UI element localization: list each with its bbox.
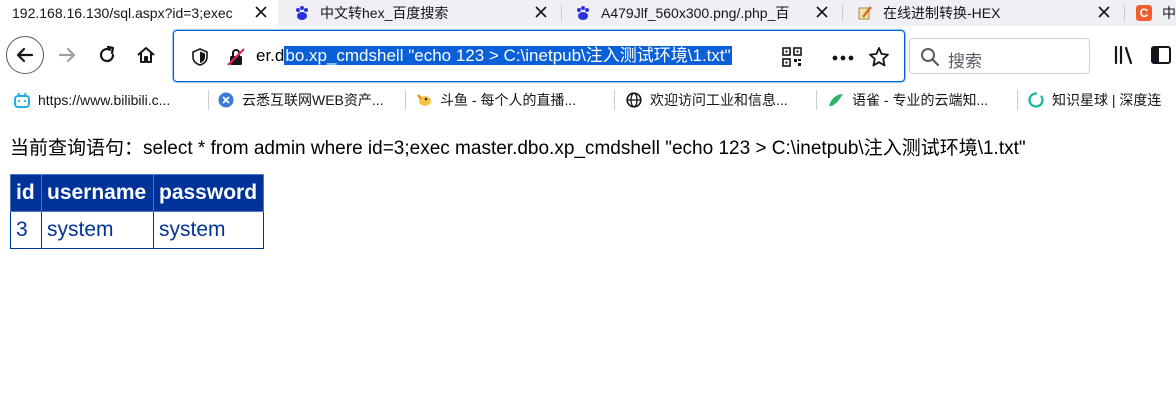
tab-sql-aspx[interactable]: 192.168.16.130/sql.aspx?id=3;exec	[0, 0, 278, 26]
bookmark-label: 知识星球 | 深度连	[1052, 92, 1162, 108]
close-icon[interactable]	[1097, 5, 1111, 19]
table-header-row: id username password	[10, 174, 264, 212]
url-bar[interactable]: er.dbo.xp_cmdshell "echo 123 > C:\inetpu…	[173, 30, 905, 82]
cell-password: system	[153, 211, 264, 249]
tab-separator	[561, 5, 562, 21]
header-id: id	[10, 174, 42, 212]
bookmark-separator	[208, 90, 209, 110]
tab-baidu-hex[interactable]: 中文转hex_百度搜索	[282, 0, 558, 26]
close-icon[interactable]	[254, 5, 268, 19]
bookmark-separator	[816, 90, 817, 110]
bookmark-zsxq[interactable]: 知识星球 | 深度连	[1028, 89, 1161, 111]
bookmark-label: 斗鱼 - 每个人的直播...	[440, 92, 577, 108]
tab-title: 在线进制转换-HEX	[883, 5, 1001, 21]
search-icon	[921, 48, 940, 67]
search-box[interactable]: 搜索	[909, 38, 1090, 74]
bookmark-label: 语雀 - 专业的云端知...	[852, 92, 989, 108]
result-table: id username password 3 system system	[10, 174, 264, 249]
yunxi-logo-icon	[218, 92, 234, 108]
library-icon	[1114, 45, 1133, 65]
bookmark-separator	[614, 90, 615, 110]
close-icon[interactable]	[815, 5, 829, 19]
bookmark-bilibili[interactable]: https://www.bilibili.c...	[14, 89, 170, 111]
header-password: password	[153, 174, 264, 212]
home-icon	[137, 47, 155, 63]
tab-separator	[842, 5, 843, 21]
navigation-bar: er.dbo.xp_cmdshell "echo 123 > C:\inetpu…	[0, 26, 1176, 84]
tab-title: 中文转hex_百度搜索	[320, 5, 449, 21]
bookmark-yunxi[interactable]: 云悉互联网WEB资产...	[218, 89, 384, 111]
close-icon[interactable]	[534, 5, 548, 19]
tab-title: 192.168.16.130/sql.aspx?id=3;exec	[12, 5, 233, 21]
pencil-icon	[858, 6, 872, 20]
cell-username: system	[41, 211, 154, 249]
back-button[interactable]	[6, 36, 44, 74]
sidebar-button[interactable]	[1148, 42, 1174, 68]
bookmark-label: 欢迎访问工业和信息...	[650, 92, 788, 108]
forward-button[interactable]	[54, 42, 80, 68]
tab-separator	[1124, 5, 1125, 21]
insecure-lock-icon[interactable]	[226, 47, 246, 67]
bilibili-tv-icon	[14, 92, 30, 108]
bookmark-miit[interactable]: 欢迎访问工业和信息...	[626, 89, 788, 111]
table-row: 3 system system	[10, 211, 264, 249]
bookmark-yuque[interactable]: 语雀 - 专业的云端知...	[828, 89, 988, 111]
bookmark-separator	[1017, 90, 1018, 110]
star-bookmark-icon[interactable]	[868, 46, 890, 68]
bookmark-douyu[interactable]: 斗鱼 - 每个人的直播...	[416, 89, 576, 111]
arrow-left-icon	[16, 47, 34, 63]
more-options-icon[interactable]	[832, 55, 854, 61]
header-username: username	[41, 174, 154, 212]
reload-icon	[99, 45, 115, 63]
arrow-right-icon	[58, 47, 76, 63]
tab-png-php[interactable]: A479Jlf_560x300.png/.php_百	[563, 0, 839, 26]
douyu-fish-icon	[417, 94, 431, 106]
url-prefix: er.d	[256, 46, 285, 65]
baidu-paw-icon	[577, 6, 589, 20]
current-query-text: 当前查询语句：select * from admin where id=3;ex…	[10, 138, 1026, 159]
bookmark-label: 云悉互联网WEB资产...	[242, 92, 384, 108]
tab-strip: 192.168.16.130/sql.aspx?id=3;exec 中文转hex…	[0, 0, 1176, 26]
library-button[interactable]	[1111, 42, 1137, 68]
globe-icon	[626, 92, 642, 108]
tab-title: A479Jlf_560x300.png/.php_百	[601, 5, 790, 21]
search-placeholder: 搜索	[948, 52, 982, 71]
url-selected-text: bo.xp_cmdshell "echo 123 > C:\inetpub\注入…	[284, 46, 732, 65]
qr-code-icon[interactable]	[782, 47, 802, 67]
baidu-paw-icon	[296, 6, 308, 20]
shield-icon[interactable]	[192, 48, 208, 66]
tab-overflow[interactable]: C 中	[1126, 0, 1176, 26]
csdn-icon: C	[1136, 5, 1152, 21]
cell-id: 3	[10, 211, 42, 249]
url-text[interactable]: er.dbo.xp_cmdshell "echo 123 > C:\inetpu…	[256, 45, 732, 67]
bookmark-label: https://www.bilibili.c...	[38, 92, 171, 108]
bookmarks-toolbar: https://www.bilibili.c... 云悉互联网WEB资产... …	[0, 84, 1176, 116]
yuque-bird-icon	[829, 94, 843, 106]
reload-button[interactable]	[94, 42, 120, 68]
sidebar-icon	[1151, 46, 1171, 64]
tab-hex-convert[interactable]: 在线进制转换-HEX	[845, 0, 1121, 26]
home-button[interactable]	[133, 42, 159, 68]
bookmark-separator	[405, 90, 406, 110]
tab-title: 中	[1162, 5, 1176, 21]
zsxq-ring-icon	[1028, 92, 1044, 108]
